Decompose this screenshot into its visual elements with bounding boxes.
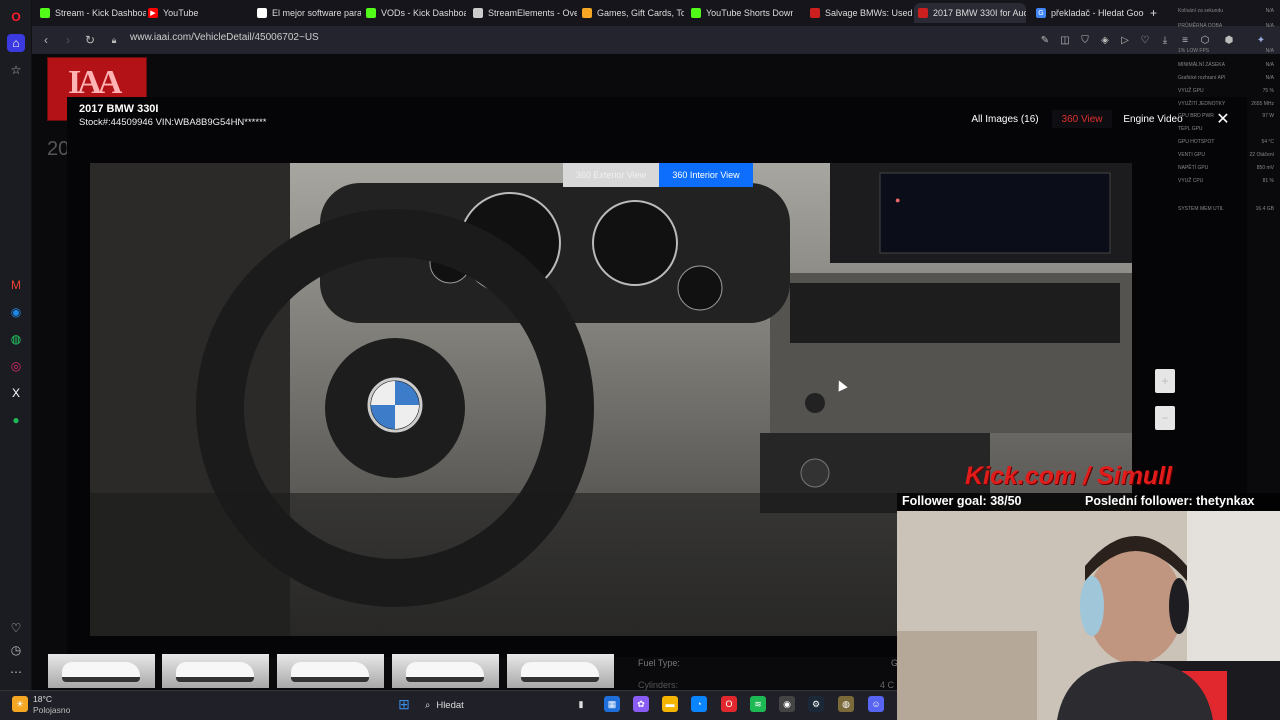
steam-icon[interactable]: ⚙	[808, 696, 824, 712]
google-icon: G	[1036, 8, 1046, 18]
zoom-in-button[interactable]: +	[1155, 369, 1175, 393]
tab-software[interactable]: El mejor software para p	[253, 3, 361, 23]
camera-icon[interactable]: ◫	[1058, 33, 1072, 47]
hardware-stats-overlay: Kolísání za sekundu N/A PRŮMĚRNÁ DOBA N/A …	[1178, 8, 1274, 212]
task-view-icon[interactable]: ▮	[573, 696, 589, 712]
weather-icon[interactable]: ☀	[12, 696, 28, 712]
instagram-icon[interactable]: ◎	[7, 357, 25, 375]
thumbnail-1[interactable]	[48, 654, 155, 688]
tab-360-view[interactable]: 360 View	[1052, 110, 1112, 128]
svg-text:●: ●	[895, 195, 900, 205]
kick-icon	[366, 8, 376, 18]
spotify-icon[interactable]: ●	[7, 411, 25, 429]
windows-start-icon[interactable]: ⊞	[396, 696, 412, 712]
search-icon: ⌕	[425, 699, 431, 711]
kick-icon	[40, 8, 50, 18]
download-icon[interactable]: ⤓	[1158, 33, 1172, 47]
forward-icon[interactable]: ›	[59, 31, 77, 49]
shield-icon[interactable]: ⛉	[1078, 33, 1092, 47]
vehicle-title: 2017 BMW 330I	[79, 103, 159, 115]
download-icon	[691, 8, 701, 18]
heart-icon[interactable]: ♡	[1138, 33, 1152, 47]
gmail-icon[interactable]: M	[7, 276, 25, 294]
cylinders-label: Cylinders:	[638, 680, 679, 690]
file-explorer-icon[interactable]: ▬	[662, 696, 678, 712]
messenger-icon[interactable]: ◉	[7, 303, 25, 321]
vpn-icon[interactable]: ◈	[1098, 33, 1112, 47]
tab-bmw-auction[interactable]: 2017 BMW 330I for Auctio	[914, 3, 1026, 23]
games-icon	[582, 8, 592, 18]
thumbnail-3[interactable]	[277, 654, 384, 688]
url-field[interactable]: www.iaai.com/VehicleDetail/45006702~US	[130, 32, 319, 43]
game-icon[interactable]: ◍	[838, 696, 854, 712]
last-follower: Poslední follower: thetynkax	[1085, 494, 1255, 508]
fuel-type-label: Fuel Type:	[638, 658, 680, 668]
more-icon[interactable]: ⋯	[7, 663, 25, 681]
address-bar: ‹ › ↻ 🔒︎ www.iaai.com/VehicleDetail/4500…	[32, 26, 1280, 54]
tab-all-images[interactable]: All Images (16)	[967, 110, 1043, 128]
whatsapp-icon[interactable]: ◍	[7, 330, 25, 348]
weather-temperature: 18°C	[33, 694, 52, 704]
tab-vods[interactable]: VODs - Kick Dashboard	[362, 3, 466, 23]
thumbnail-5[interactable]	[507, 654, 614, 688]
new-tab-button[interactable]: +	[1146, 3, 1160, 23]
iaai-icon	[810, 8, 820, 18]
opera-taskbar-icon[interactable]: O	[721, 696, 737, 712]
discord-icon[interactable]: ☺	[868, 696, 884, 712]
zoom-out-button[interactable]: −	[1155, 406, 1175, 430]
streamer-image	[897, 511, 1280, 720]
x-twitter-icon[interactable]: X	[7, 384, 25, 402]
copilot-icon[interactable]: ✿	[633, 696, 649, 712]
weather-description: Polojasno	[33, 705, 71, 715]
tab-kick-dashboard[interactable]: Stream - Kick Dashboard	[36, 3, 146, 23]
reload-icon[interactable]: ↻	[81, 31, 99, 49]
star-icon[interactable]: ☆	[7, 61, 25, 79]
tab-google-translate[interactable]: Gpřekladač - Hledat Goog	[1032, 3, 1144, 23]
stock-vin: Stock#:44509946 VIN:WBA8B9G54HN******	[79, 117, 267, 128]
thumbnail-2[interactable]	[162, 654, 269, 688]
follower-goal: Follower goal: 38/50	[902, 494, 1022, 508]
page-heading-partial: 20	[47, 138, 70, 160]
heart-icon[interactable]: ♡	[7, 619, 25, 637]
tab-shorts-download[interactable]: YouTube Shorts Downlo	[687, 3, 793, 23]
webcam-feed	[897, 511, 1280, 720]
browser-sidebar: O ⌂ ☆ M ◉ ◍ ◎ X ● ♡ ◷ ⋯	[0, 0, 32, 690]
youtube-icon: ▶	[148, 8, 158, 18]
tab-games[interactable]: Games, Gift Cards, Top-U	[578, 3, 684, 23]
software-icon	[257, 8, 267, 18]
home-icon[interactable]: ⌂	[7, 34, 25, 52]
lock-icon[interactable]: 🔒︎	[105, 31, 123, 49]
iaai-icon	[918, 8, 928, 18]
back-icon[interactable]: ‹	[37, 31, 55, 49]
store-icon[interactable]: ▦	[604, 696, 620, 712]
opera-logo-icon[interactable]: O	[7, 8, 25, 26]
tab-bar: Stream - Kick Dashboard ▶ YouTube El mejo…	[32, 0, 1280, 26]
taskbar-search[interactable]: ⌕ Hledat	[425, 696, 565, 714]
play-icon[interactable]: ▷	[1118, 33, 1132, 47]
thumbnail-4[interactable]	[392, 654, 499, 688]
tab-streamelements[interactable]: StreamElements - Overla	[469, 3, 577, 23]
tab-360-exterior[interactable]: 360 Exterior View	[563, 163, 659, 187]
obs-icon[interactable]: ◉	[779, 696, 795, 712]
tab-youtube[interactable]: ▶ YouTube	[144, 3, 254, 23]
kick-channel-text: Kick.com / Simull	[965, 462, 1173, 490]
history-icon[interactable]: ◷	[7, 641, 25, 659]
edit-icon[interactable]: ✎	[1038, 33, 1052, 47]
tab-engine-video[interactable]: Engine Video	[1120, 110, 1186, 128]
streamelements-icon	[473, 8, 483, 18]
tab-360-interior[interactable]: 360 Interior View	[659, 163, 753, 187]
tab-salvage-bmws[interactable]: Salvage BMWs: Used, Re	[806, 3, 912, 23]
cylinders-value: 4 C	[880, 680, 895, 690]
edge-icon[interactable]: ◔	[691, 696, 707, 712]
spotify-taskbar-icon[interactable]: ≋	[750, 696, 766, 712]
